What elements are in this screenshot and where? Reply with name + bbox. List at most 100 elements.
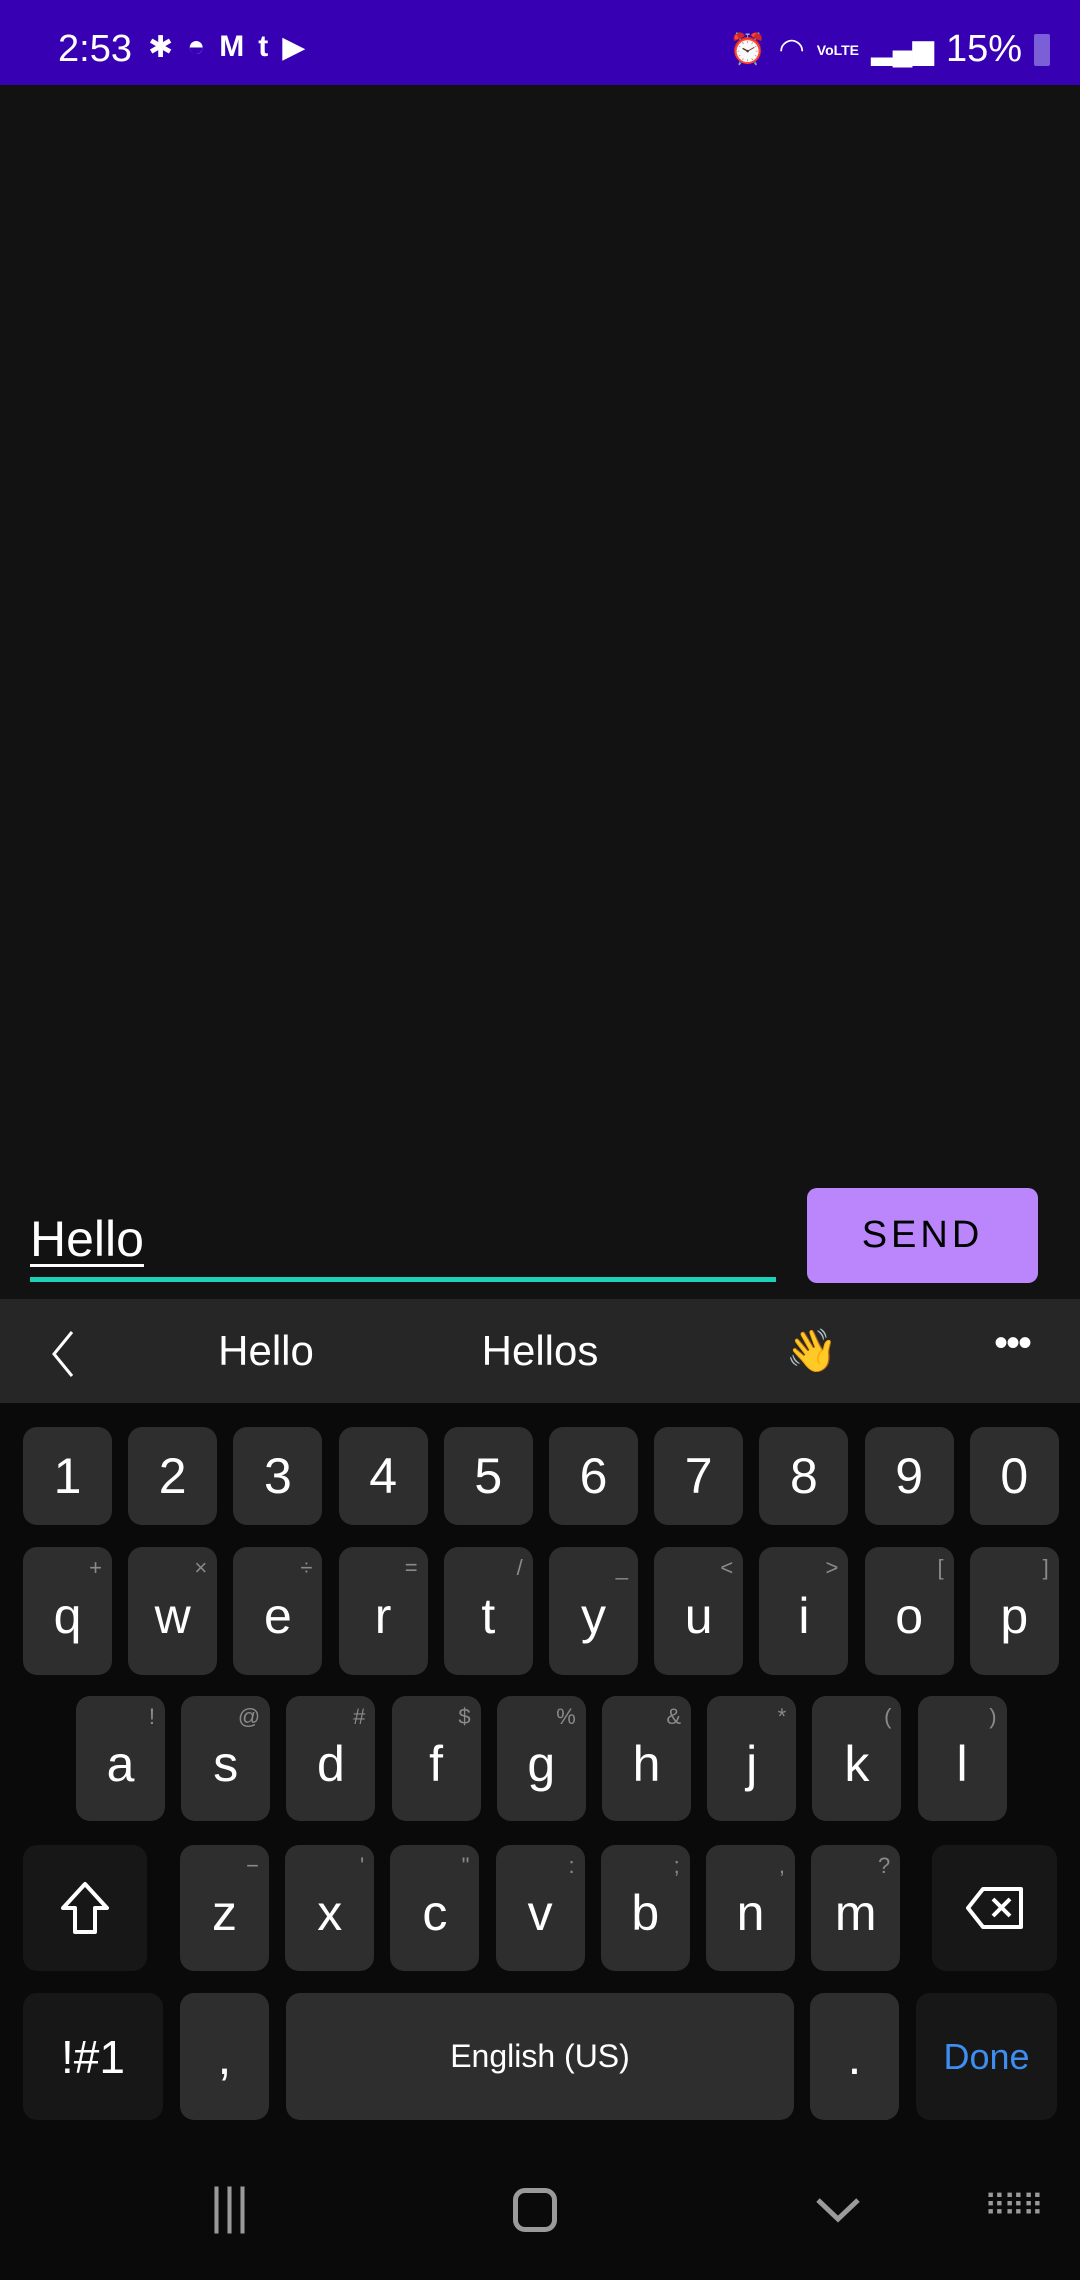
done-key[interactable]: Done	[916, 1993, 1057, 2120]
key-label: 9	[895, 1448, 923, 1504]
discord-icon: ◓	[187, 30, 206, 63]
key-alt-label: ,	[778, 1853, 785, 1878]
key-label: v	[527, 1885, 553, 1941]
key-a[interactable]: a!	[76, 1696, 165, 1821]
wifi-icon: ◠	[778, 33, 805, 66]
home-icon[interactable]	[513, 2188, 557, 2232]
shift-key[interactable]	[23, 1845, 147, 1971]
key-label: f	[429, 1735, 444, 1792]
key-u[interactable]: u <	[654, 1547, 744, 1675]
key-label: 4	[369, 1448, 397, 1504]
key-g[interactable]: g%	[496, 1696, 586, 1821]
suggestion-1[interactable]: Hello	[218, 1327, 314, 1375]
key-label: s	[213, 1735, 239, 1792]
key-label: Done	[943, 2035, 1030, 2077]
key-2[interactable]: 2	[128, 1427, 218, 1525]
chat-area	[0, 85, 1080, 1299]
key-label: y	[581, 1588, 606, 1644]
message-input[interactable]: Hello	[30, 1200, 776, 1282]
key-3[interactable]: 3	[233, 1427, 323, 1525]
key-b[interactable]: b;	[600, 1845, 690, 1971]
key-0[interactable]: 0	[969, 1427, 1059, 1525]
key-y[interactable]: y _	[549, 1547, 638, 1675]
key-alt-label: /	[516, 1555, 523, 1580]
key-l[interactable]: l)	[917, 1696, 1007, 1821]
key-label: c	[422, 1885, 448, 1941]
key-label: 1	[53, 1448, 82, 1504]
recent-apps-icon[interactable]: |||	[210, 2177, 249, 2235]
key-p[interactable]: p]	[969, 1547, 1059, 1675]
status-bar: 2:53 ✱ ◓ M t ▶ ⏰ ◠ VoLTE ▂▄▆ 15%	[0, 0, 1080, 85]
suggestion-2[interactable]: Hellos	[482, 1327, 599, 1375]
key-1[interactable]: 1	[23, 1427, 112, 1525]
volte-icon: VoLTE	[816, 41, 860, 58]
space-key[interactable]: English (US)	[286, 1993, 794, 2120]
key-5[interactable]: 5	[443, 1427, 533, 1525]
key-label: 0	[1000, 1448, 1029, 1504]
key-label: .	[847, 2028, 862, 2085]
symbols-key[interactable]: !#1	[23, 1993, 163, 2120]
back-icon[interactable]	[815, 2197, 861, 2223]
key-label: m	[834, 1885, 877, 1941]
key-7[interactable]: 7	[654, 1427, 744, 1525]
period-key[interactable]: .	[810, 1993, 899, 2120]
key-6[interactable]: 6	[549, 1427, 638, 1525]
key-label: d	[316, 1735, 345, 1792]
key-k[interactable]: k(	[812, 1696, 902, 1821]
key-i[interactable]: i >	[759, 1547, 849, 1675]
key-alt-label: _	[615, 1555, 628, 1580]
tumblr-icon: t	[258, 30, 269, 63]
key-w[interactable]: w ×	[128, 1547, 218, 1675]
key-d[interactable]: d #	[286, 1696, 376, 1821]
key-label: !#1	[61, 2030, 125, 2083]
status-time: 2:53	[58, 28, 132, 70]
more-horizontal-icon[interactable]: •••	[994, 1321, 1032, 1366]
key-label: 7	[684, 1448, 713, 1504]
comma-key[interactable]: ,	[180, 1993, 269, 2120]
key-j[interactable]: j *	[707, 1696, 797, 1821]
signal-icon: ▂▄▆	[871, 34, 934, 65]
key-8[interactable]: 8	[759, 1427, 849, 1525]
backspace-key[interactable]	[932, 1845, 1057, 1971]
key-h[interactable]: h &	[602, 1696, 691, 1821]
key-n[interactable]: n,	[706, 1845, 795, 1971]
key-f[interactable]: f $	[391, 1696, 481, 1821]
gmail-icon: M	[219, 30, 245, 63]
key-e[interactable]: e ÷	[233, 1547, 323, 1675]
key-4[interactable]: 4	[338, 1427, 428, 1525]
key-o[interactable]: o[	[864, 1547, 954, 1675]
key-z[interactable]: z −	[180, 1845, 269, 1971]
key-r[interactable]: r =	[338, 1547, 428, 1675]
send-button[interactable]: SEND	[807, 1188, 1038, 1283]
key-label: 6	[579, 1448, 608, 1504]
key-alt-label: ]	[1042, 1555, 1049, 1580]
key-alt-label: &	[666, 1704, 681, 1729]
key-label: 8	[789, 1448, 818, 1504]
key-label: i	[798, 1588, 810, 1644]
key-alt-label: =	[404, 1555, 418, 1580]
key-label: 2	[158, 1448, 187, 1504]
key-m[interactable]: m?	[811, 1845, 901, 1971]
key-label: a	[106, 1735, 135, 1792]
key-alt-label: #	[353, 1704, 366, 1729]
key-label: p	[1000, 1588, 1029, 1644]
battery-percent: 15%	[945, 28, 1022, 70]
suggestion-emoji[interactable]: 👋	[786, 1327, 838, 1376]
key-v[interactable]: v:	[495, 1845, 585, 1971]
key-c[interactable]: c "	[390, 1845, 480, 1971]
key-label: e	[263, 1588, 292, 1644]
keyboard-icon[interactable]: ⠿⠿⠿	[984, 2189, 1044, 2224]
key-label: h	[632, 1735, 661, 1792]
key-alt-label: )	[989, 1704, 997, 1729]
key-q[interactable]: q +	[23, 1547, 112, 1675]
key-alt-label: *	[777, 1704, 787, 1729]
key-label: n	[736, 1885, 765, 1941]
key-x[interactable]: x '	[285, 1845, 375, 1971]
youtube-icon: ▶	[282, 31, 306, 64]
chevron-left-icon[interactable]	[48, 1329, 78, 1379]
key-alt-label: >	[825, 1555, 839, 1580]
key-s[interactable]: s @	[181, 1696, 271, 1821]
key-label: j	[746, 1735, 758, 1792]
key-9[interactable]: 9	[864, 1427, 954, 1525]
key-t[interactable]: t /	[443, 1547, 533, 1675]
